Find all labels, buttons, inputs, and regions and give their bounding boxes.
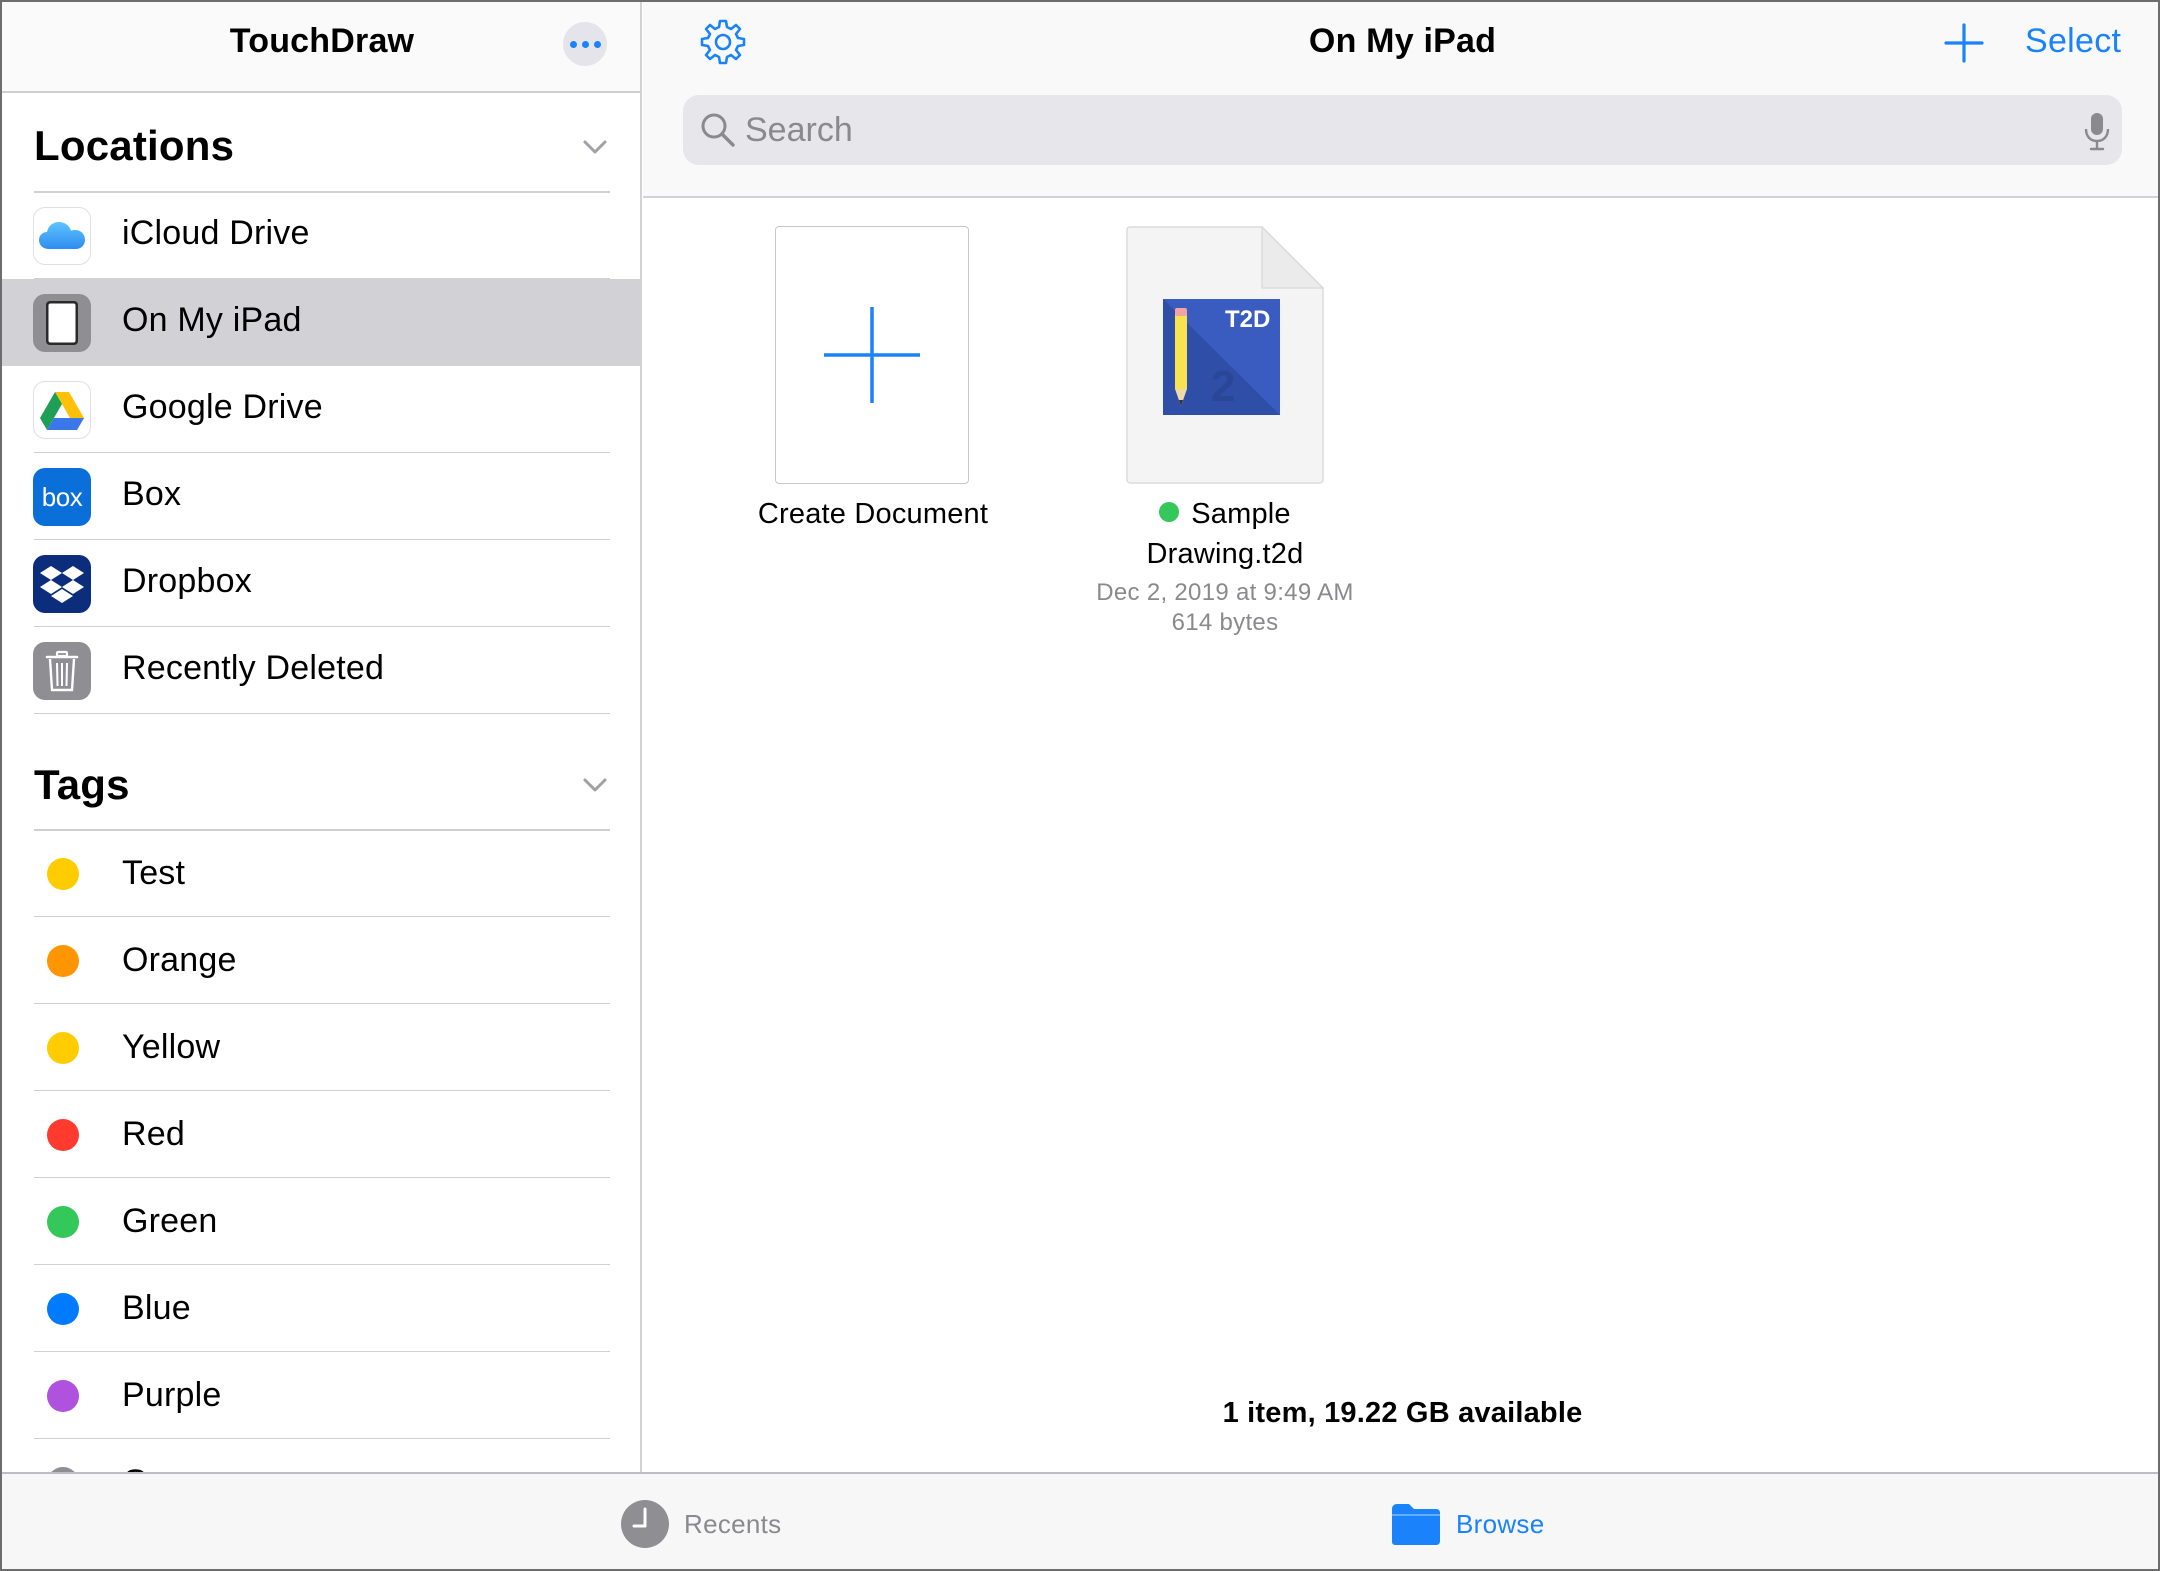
tag-color-dot xyxy=(47,1293,79,1325)
more-dot-icon xyxy=(581,40,589,48)
locations-chevron-down-icon[interactable] xyxy=(580,132,610,162)
plus-icon xyxy=(824,307,920,403)
sidebar-tag-test[interactable]: Test xyxy=(2,830,640,917)
tag-color-dot xyxy=(47,945,79,977)
search-input[interactable] xyxy=(745,95,2045,165)
more-dot-icon xyxy=(569,40,577,48)
app-window: TouchDraw Locations iCloud Drive On My i… xyxy=(0,0,2160,1571)
sidebar: TouchDraw Locations iCloud Drive On My i… xyxy=(2,2,642,1472)
sidebar-item-label: Google Drive xyxy=(122,388,323,426)
sidebar-item-label: Orange xyxy=(122,941,237,979)
sidebar-item-icloud-drive[interactable]: iCloud Drive xyxy=(2,192,640,279)
app-title: TouchDraw xyxy=(229,22,415,60)
sidebar-tag-orange[interactable]: Orange xyxy=(2,917,640,1004)
sidebar-item-label: Green xyxy=(122,1202,218,1240)
sidebar-item-label: Red xyxy=(122,1115,185,1153)
file-date: Dec 2, 2019 at 9:49 AM xyxy=(1096,579,1354,606)
tag-color-dot xyxy=(47,1032,79,1064)
tag-color-dot xyxy=(47,1206,79,1238)
folder-icon xyxy=(1392,1504,1440,1545)
clock-icon xyxy=(621,1500,669,1548)
create-document-button[interactable] xyxy=(775,226,969,484)
file-name[interactable]: Sample Drawing.t2d xyxy=(1075,494,1375,574)
main-header: On My iPad Select xyxy=(643,2,2158,198)
sidebar-header: TouchDraw xyxy=(2,2,640,93)
tags-heading: Tags xyxy=(34,761,130,808)
divider xyxy=(34,712,610,714)
dropbox-icon xyxy=(33,555,91,613)
trash-icon xyxy=(33,642,91,700)
sidebar-tag-red[interactable]: Red xyxy=(2,1091,640,1178)
sidebar-item-label: Dropbox xyxy=(122,562,252,600)
tab-recents[interactable]: Recents xyxy=(620,1498,781,1550)
page-title: On My iPad xyxy=(1308,22,1497,60)
sidebar-item-recently-deleted[interactable]: Recently Deleted xyxy=(2,627,640,714)
more-options-button[interactable] xyxy=(563,22,607,66)
more-dot-icon xyxy=(593,40,601,48)
sidebar-item-on-my-ipad[interactable]: On My iPad xyxy=(2,279,640,366)
icloud-icon xyxy=(33,207,91,265)
sidebar-tag-purple[interactable]: Purple xyxy=(2,1352,640,1439)
create-document-label: Create Document xyxy=(757,498,989,530)
tab-label: Browse xyxy=(1456,1508,1545,1539)
sidebar-item-google-drive[interactable]: Google Drive xyxy=(2,366,640,453)
file-thumbnail: 2 xyxy=(1126,225,1325,484)
add-icon[interactable] xyxy=(1943,22,1985,64)
tag-color-dot xyxy=(47,1380,79,1412)
tab-browse[interactable]: Browse xyxy=(1390,1498,1545,1550)
file-item-sample-drawing[interactable]: 2 T2D xyxy=(1126,225,1325,484)
sidebar-item-dropbox[interactable]: Dropbox xyxy=(2,540,640,627)
main-content: On My iPad Select Search Create Document… xyxy=(643,2,2158,1472)
sidebar-tag-yellow[interactable]: Yellow xyxy=(2,1004,640,1091)
sidebar-tag-gray[interactable]: Gray xyxy=(2,1439,640,1472)
sidebar-item-label: On My iPad xyxy=(122,301,302,339)
tag-color-dot xyxy=(47,858,79,890)
google-drive-icon xyxy=(33,381,91,439)
tags-chevron-down-icon[interactable] xyxy=(580,770,610,800)
box-icon: box xyxy=(33,468,91,526)
tag-color-dot xyxy=(47,1119,79,1151)
sidebar-item-label: Purple xyxy=(122,1376,222,1414)
sidebar-item-label: Recently Deleted xyxy=(122,649,385,687)
tab-label: Recents xyxy=(684,1508,782,1539)
select-button[interactable]: Select xyxy=(2025,22,2121,61)
storage-status: 1 item, 19.22 GB available xyxy=(1222,1397,1583,1429)
file-size: 614 bytes xyxy=(1171,609,1279,636)
sidebar-item-label: iCloud Drive xyxy=(122,214,310,252)
ipad-icon xyxy=(33,294,91,352)
sidebar-tag-green[interactable]: Green xyxy=(2,1178,640,1265)
search-icon xyxy=(701,113,735,147)
sidebar-tag-blue[interactable]: Blue xyxy=(2,1265,640,1352)
sidebar-item-label: Box xyxy=(122,475,182,513)
sidebar-item-label: Test xyxy=(122,854,186,892)
file-meta: Dec 2, 2019 at 9:49 AM 614 bytes xyxy=(1075,578,1375,638)
file-thumbnail-text: T2D xyxy=(1225,306,1271,333)
locations-heading: Locations xyxy=(34,122,235,169)
sidebar-item-label: Yellow xyxy=(122,1028,221,1066)
svg-text:2: 2 xyxy=(1211,362,1235,411)
search-bar[interactable] xyxy=(683,95,2122,165)
sidebar-item-label: Gray xyxy=(122,1463,196,1472)
sidebar-item-label: Blue xyxy=(122,1289,191,1327)
tab-bar: Recents Browse xyxy=(2,1472,2158,1569)
sidebar-item-box[interactable]: box Box xyxy=(2,453,640,540)
microphone-icon[interactable] xyxy=(2083,111,2111,151)
green-tag-dot xyxy=(1159,502,1180,523)
